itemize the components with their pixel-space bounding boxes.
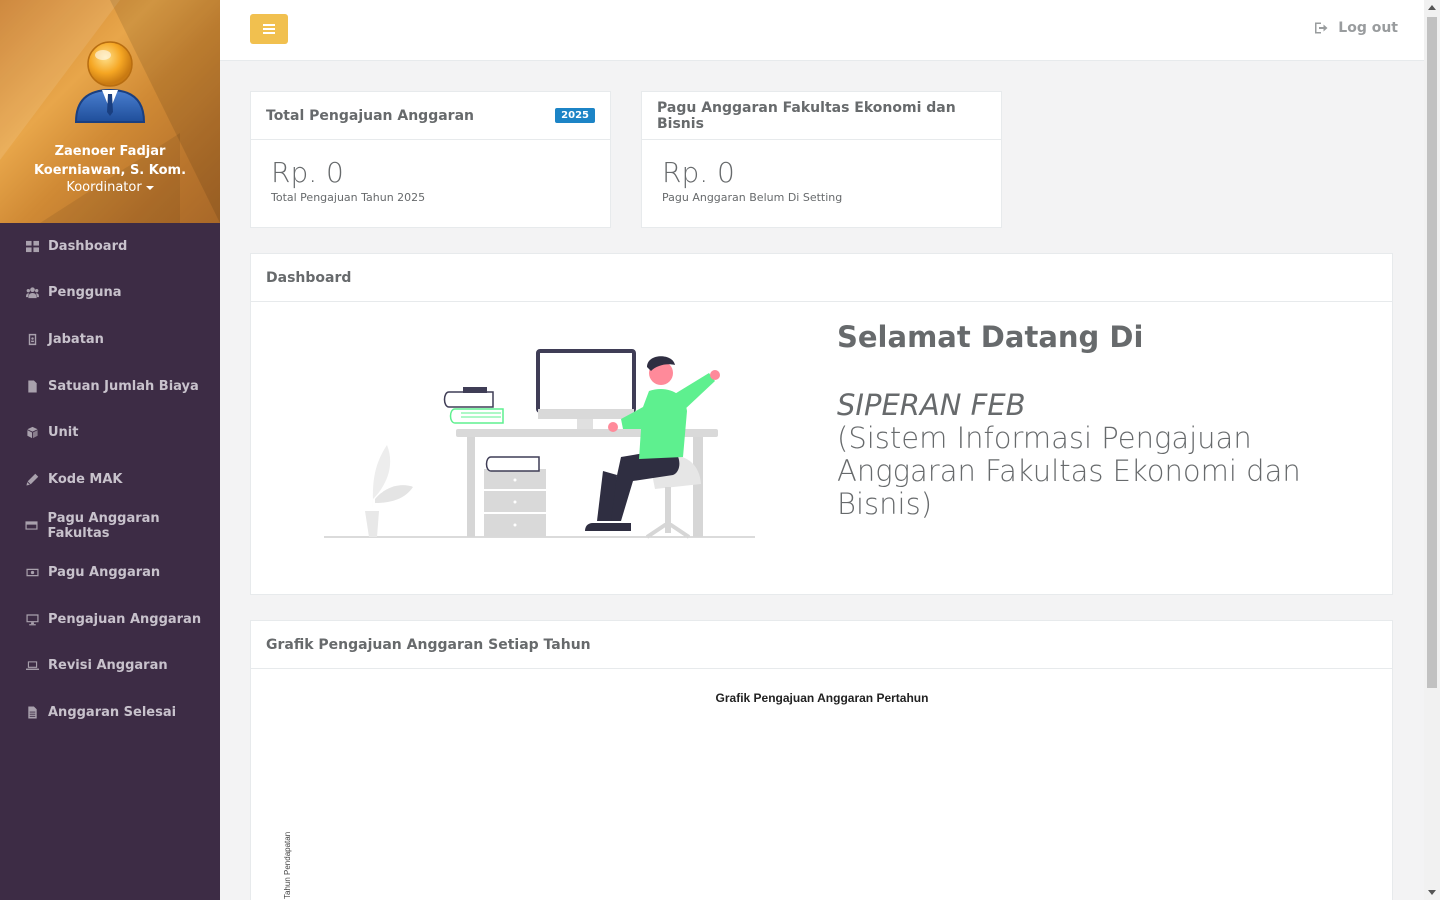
panel-title: Dashboard — [266, 269, 352, 286]
profile-role-dropdown[interactable]: Koordinator — [0, 180, 220, 195]
sidebar-item-revisi-anggaran[interactable]: Revisi Anggaran — [0, 642, 220, 689]
sidebar-item-pagu-anggaran[interactable]: Pagu Anggaran — [0, 549, 220, 596]
toggle-sidebar-button[interactable] — [250, 14, 288, 44]
app-name: SIPERAN FEB — [837, 388, 1026, 422]
sidebar-item-dashboard[interactable]: Dashboard — [0, 223, 220, 270]
users-icon — [25, 286, 39, 300]
sign-out-icon — [1315, 22, 1328, 34]
scroll-down-arrow-icon[interactable] — [1428, 890, 1436, 895]
total-pengajuan-subtitle: Total Pengajuan Tahun 2025 — [271, 191, 426, 204]
page-scrollbar[interactable] — [1424, 0, 1440, 900]
welcome-heading: Selamat Datang Di — [837, 320, 1144, 354]
sidebar-item-label: Unit — [48, 425, 79, 441]
profile-role-label: Koordinator — [66, 180, 142, 195]
caret-down-icon — [145, 185, 154, 190]
pagu-anggaran-subtitle: Pagu Anggaran Belum Di Setting — [662, 191, 843, 204]
file-icon — [25, 379, 39, 393]
sidebar-item-satuan-jumlah-biaya[interactable]: Satuan Jumlah Biaya — [0, 363, 220, 410]
app-description: (Sistem Informasi Pengajuan Anggaran Fak… — [837, 421, 1301, 521]
chart-area: Grafik Pengajuan Anggaran Pertahun Tahun… — [251, 669, 1392, 900]
sidebar-item-pengguna[interactable]: Pengguna — [0, 270, 220, 317]
desktop-icon — [25, 612, 39, 626]
panel-header: Grafik Pengajuan Anggaran Setiap Tahun — [251, 621, 1392, 669]
sidebar-item-label: Jabatan — [48, 331, 104, 347]
sidebar-item-kode-mak[interactable]: Kode MAK — [0, 456, 220, 503]
sidebar: Zaenoer Fadjar Koerniawan, S. Kom. Koord… — [0, 0, 220, 900]
th-large-icon — [25, 239, 39, 253]
sidebar-item-label: Revisi Anggaran — [48, 658, 168, 674]
total-pengajuan-value: Rp. 0 — [271, 156, 344, 189]
card-title: Total Pengajuan Anggaran — [266, 107, 474, 124]
card-header: Total Pengajuan Anggaran 2025 — [251, 92, 610, 140]
cube-icon — [25, 426, 39, 440]
sidebar-item-label: Pengajuan Anggaran — [48, 611, 202, 627]
workspace-illustration — [324, 349, 755, 539]
dashboard-panel: Dashboard Selamat Datang Di SIPERAN FEB … — [250, 253, 1393, 595]
sidebar-item-label: Pengguna — [48, 285, 122, 301]
sidebar-nav: Dashboard Pengguna Jabatan Satuan Jumlah… — [0, 223, 220, 736]
scrollbar-thumb[interactable] — [1427, 17, 1437, 688]
sidebar-item-pagu-anggaran-fakultas[interactable]: Pagu Anggaran Fakultas — [0, 503, 220, 550]
credit-card-icon — [25, 519, 39, 533]
profile-name-line2: Koerniawan, S. Kom. — [33, 163, 187, 178]
sidebar-item-unit[interactable]: Unit — [0, 409, 220, 456]
profile-name: Zaenoer Fadjar Koerniawan, S. Kom. — [0, 142, 220, 180]
sidebar-item-label: Kode MAK — [48, 471, 123, 487]
chart-y-axis-label: Tahun Pendapatan — [283, 831, 292, 899]
sidebar-item-anggaran-selesai[interactable]: Anggaran Selesai — [0, 689, 220, 736]
panel-header: Dashboard — [251, 254, 1392, 302]
top-navbar: Log out — [220, 0, 1424, 61]
logout-link[interactable]: Log out — [1314, 20, 1398, 36]
chart-title: Grafik Pengajuan Anggaran Pertahun — [715, 691, 929, 705]
card-title: Pagu Anggaran Fakultas Ekonomi dan Bisni… — [657, 99, 956, 132]
sidebar-item-pengajuan-anggaran[interactable]: Pengajuan Anggaran — [0, 596, 220, 643]
bars-icon — [263, 24, 275, 34]
pagu-anggaran-card: Pagu Anggaran Fakultas Ekonomi dan Bisni… — [641, 91, 1002, 228]
total-pengajuan-card: Total Pengajuan Anggaran 2025 Rp. 0 Tota… — [250, 91, 611, 228]
pencil-icon — [25, 472, 39, 486]
scroll-up-arrow-icon[interactable] — [1428, 5, 1436, 10]
pagu-anggaran-value: Rp. 0 — [662, 156, 735, 189]
grafik-panel: Grafik Pengajuan Anggaran Setiap Tahun G… — [250, 620, 1393, 900]
user-avatar-icon[interactable] — [72, 38, 148, 128]
sidebar-item-label: Dashboard — [48, 238, 128, 254]
file-text-icon — [25, 705, 39, 719]
logout-label: Log out — [1338, 20, 1398, 36]
sidebar-item-jabatan[interactable]: Jabatan — [0, 316, 220, 363]
sidebar-item-label: Pagu Anggaran Fakultas — [47, 510, 160, 541]
money-icon — [25, 565, 39, 579]
sidebar-item-label: Anggaran Selesai — [48, 704, 177, 720]
profile-name-line1: Zaenoer Fadjar — [54, 144, 166, 159]
sidebar-item-label: Pagu Anggaran — [48, 564, 161, 580]
sidebar-item-label: Satuan Jumlah Biaya — [48, 378, 199, 394]
laptop-icon — [25, 659, 39, 673]
id-badge-icon — [25, 332, 39, 346]
year-badge: 2025 — [555, 108, 595, 123]
card-header: Pagu Anggaran Fakultas Ekonomi dan Bisni… — [642, 92, 1001, 140]
panel-title: Grafik Pengajuan Anggaran Setiap Tahun — [266, 636, 591, 653]
profile-header: Zaenoer Fadjar Koerniawan, S. Kom. Koord… — [0, 0, 220, 223]
